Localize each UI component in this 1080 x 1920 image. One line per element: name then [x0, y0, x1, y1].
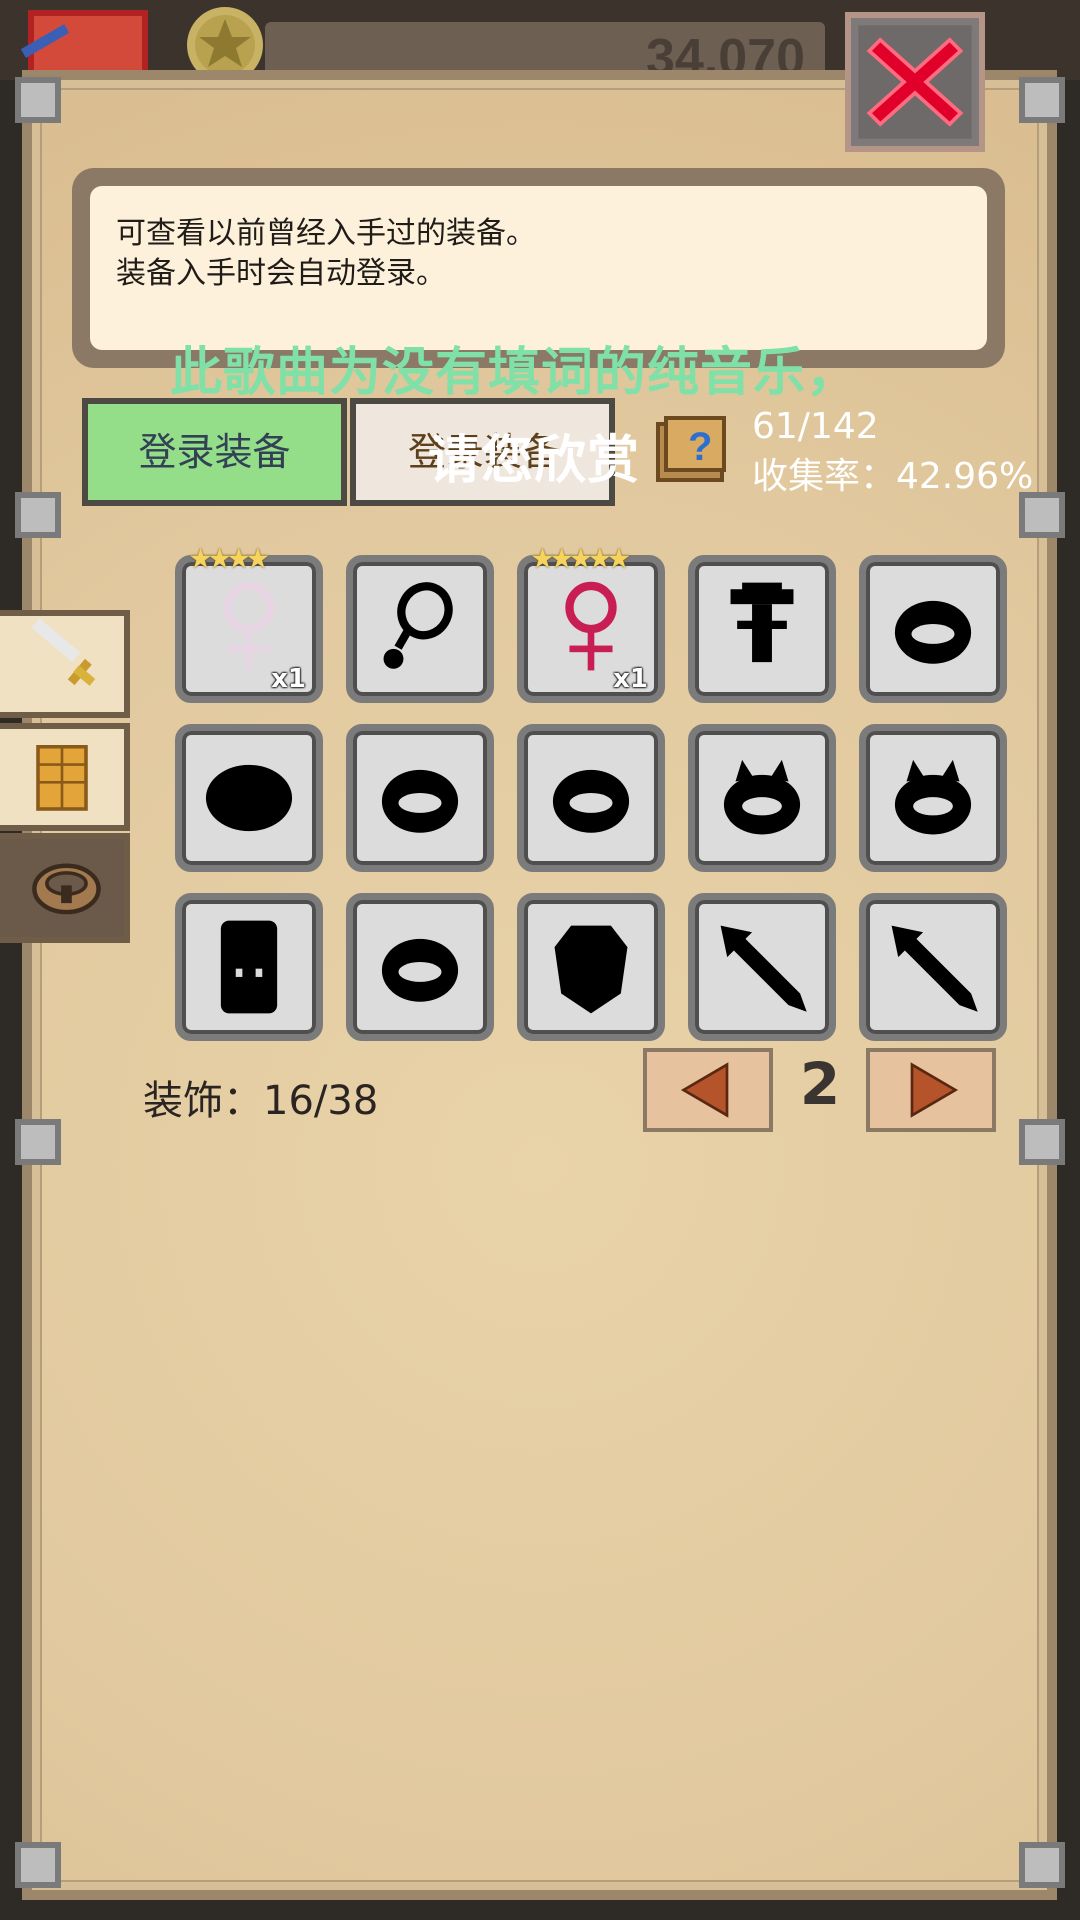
question-book-icon[interactable]: ? [652, 410, 732, 490]
info-line-1: 可查看以前曾经入手过的装备。 [116, 216, 536, 251]
corner-ornament [1012, 1835, 1072, 1895]
equipment-slot[interactable] [688, 893, 836, 1041]
pendant-silhouette-icon [383, 582, 453, 669]
item-quantity: x1 [613, 664, 648, 694]
equipment-slot[interactable] [859, 893, 1007, 1041]
accessory-count: 装饰：16/38 [143, 1078, 379, 1124]
equipment-slot[interactable] [859, 724, 1007, 872]
corner-ornament [8, 1112, 68, 1172]
arrow-silhouette-icon [720, 925, 807, 1012]
ring-silhouette-icon [894, 600, 972, 664]
rarity-stars: ★★★★★ [530, 542, 631, 575]
ring-silhouette-icon [381, 938, 459, 1002]
corner-ornament [1012, 1112, 1072, 1172]
category-tab-armor[interactable] [0, 723, 130, 831]
item-quantity: x1 [271, 664, 306, 694]
book-icon [20, 6, 160, 76]
ring-silhouette-icon [381, 769, 459, 833]
equipment-slot[interactable]: ★★★★ x1 [175, 542, 323, 703]
sword-icon [31, 618, 96, 686]
cat-ring-silhouette-icon [723, 759, 801, 835]
gem-silhouette-icon [554, 925, 628, 1014]
ring-silhouette-icon [552, 769, 630, 833]
equipment-slot[interactable] [346, 893, 494, 1041]
brooch-silhouette-icon [730, 582, 794, 663]
next-page-button[interactable] [866, 1048, 996, 1132]
info-line-2: 装备入手时会自动登录。 [116, 256, 446, 291]
info-text: 可查看以前曾经入手过的装备。 装备入手时会自动登录。 [90, 186, 987, 350]
oval-silhouette-icon [205, 764, 293, 832]
equipment-slot[interactable] [346, 555, 494, 703]
equipment-slot[interactable] [688, 724, 836, 872]
equipment-slot[interactable] [688, 555, 836, 703]
scroll-silhouette-icon [220, 920, 278, 1014]
prev-page-button[interactable] [643, 1048, 773, 1132]
arrow-right-icon [910, 1062, 959, 1118]
collection-count: 61/142 [752, 406, 879, 447]
close-icon [858, 25, 972, 139]
equipment-slot[interactable] [175, 893, 323, 1041]
page-number: 2 [799, 1050, 841, 1118]
tab-registered-equipment[interactable]: 登录装备 [82, 398, 347, 506]
armor-icon [36, 745, 88, 811]
category-tab-weapon[interactable] [0, 610, 130, 718]
equipment-slot[interactable] [517, 893, 665, 1041]
equipment-slot[interactable] [517, 724, 665, 872]
arrow-left-icon [680, 1062, 729, 1118]
close-button[interactable] [845, 12, 985, 152]
equipment-slot[interactable] [859, 555, 1007, 703]
corner-ornament [8, 70, 68, 130]
equipment-slot[interactable] [346, 724, 494, 872]
svg-text:?: ? [688, 425, 712, 469]
overlay-subtitle-line2: 请您欣赏 [428, 431, 641, 491]
accessory-icon [32, 863, 101, 915]
collection-rate: 收集率：42.96% [752, 456, 1034, 497]
rarity-stars: ★★★★ [188, 542, 270, 575]
equipment-slot[interactable]: ★★★★★ x1 [517, 542, 665, 703]
corner-ornament [8, 1835, 68, 1895]
corner-ornament [1012, 70, 1072, 130]
overlay-subtitle-line1: 此歌曲为没有填词的纯音乐， [170, 343, 860, 403]
corner-ornament [8, 485, 68, 545]
category-tab-accessory[interactable] [0, 833, 130, 943]
equipment-slot[interactable] [175, 724, 323, 872]
cat-ring-silhouette-icon [894, 759, 972, 835]
arrow-silhouette-icon [891, 925, 978, 1012]
